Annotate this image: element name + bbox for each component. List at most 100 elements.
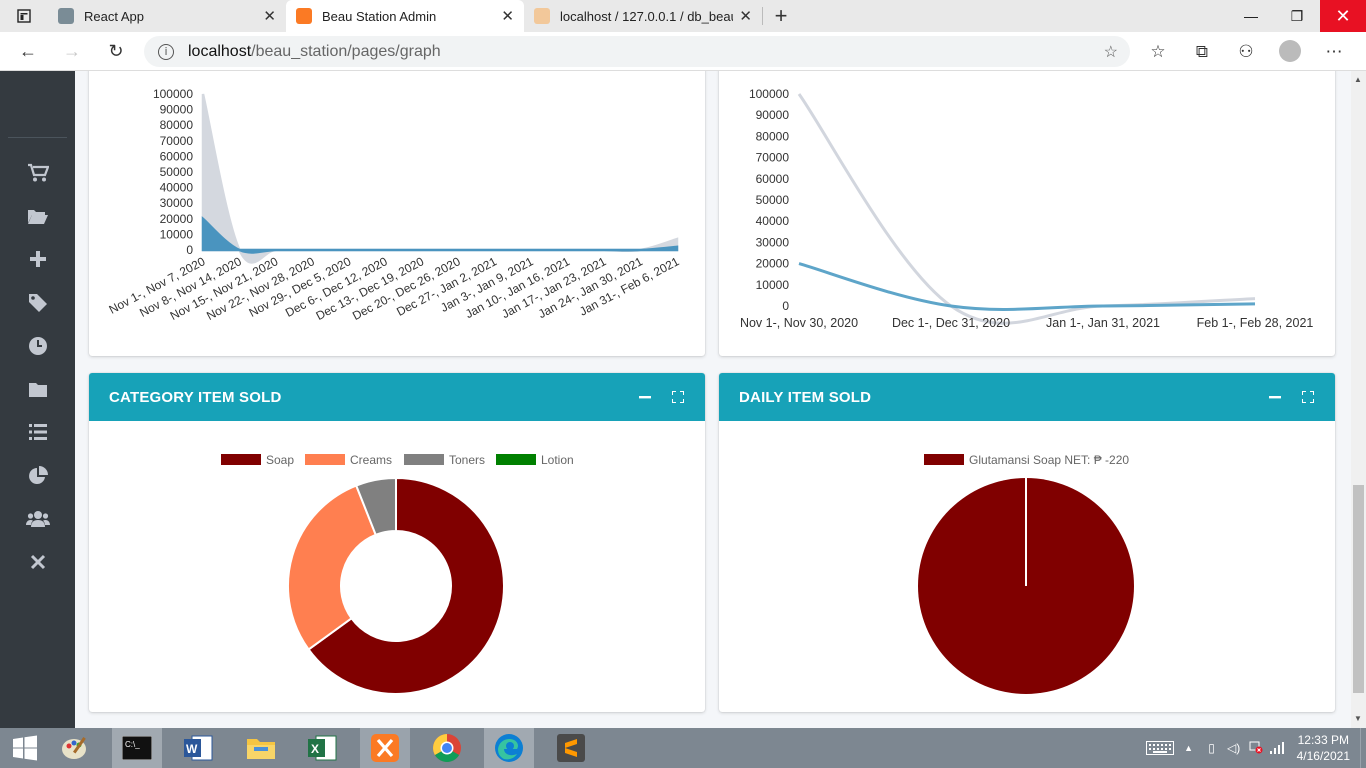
legend-label: Glutamansi Soap NET: ₱ -220: [969, 453, 1129, 467]
y-tick-label: 80000: [756, 129, 790, 143]
plus-icon[interactable]: [24, 247, 52, 271]
weekly-sales-card: 100000 90000 80000 70000 60000 50000 40000 3000…: [89, 71, 705, 356]
minimize-button[interactable]: —: [1228, 0, 1274, 32]
info-icon[interactable]: i: [158, 43, 174, 60]
close-tab-icon[interactable]: ✕: [263, 7, 276, 25]
windows-start-icon[interactable]: [0, 728, 50, 768]
tab-react-app[interactable]: React App ✕: [48, 0, 286, 32]
y-tick-label: 30000: [160, 196, 194, 210]
xampp-icon[interactable]: [360, 728, 410, 768]
profile-avatar[interactable]: [1279, 40, 1301, 62]
word-icon[interactable]: W: [174, 728, 224, 768]
window-controls: — ❐ ✕: [1228, 0, 1366, 32]
battery-icon[interactable]: ▯: [1201, 741, 1223, 755]
back-button[interactable]: ←: [6, 32, 50, 71]
list-icon[interactable]: [24, 420, 52, 444]
browser-tab-strip: React App ✕ Beau Station Admin ✕ localho…: [0, 0, 1366, 32]
card-header: DAILY ITEM SOLD: [719, 373, 1335, 421]
legend-swatch: [404, 454, 444, 465]
cmd-icon[interactable]: C:\_: [112, 728, 162, 768]
main-content: 100000 90000 80000 70000 60000 50000 40000 3000…: [75, 71, 1351, 728]
y-tick-label: 20000: [756, 257, 790, 271]
tab-label: localhost / 127.0.0.1 / db_beau_i: [560, 8, 734, 24]
signal-icon[interactable]: [1267, 742, 1289, 754]
browser-tools: ☆ ⧉ ⚇ ⋯: [1136, 32, 1356, 71]
y-tick-label: 40000: [160, 181, 194, 195]
cart-icon[interactable]: [24, 161, 52, 185]
weekly-area-chart: 1000009000080000700006000050000400003000…: [107, 87, 682, 323]
collapse-button[interactable]: [635, 387, 655, 407]
daily-pie-chart: Glutamansi Soap NET: ₱ -220: [918, 453, 1134, 694]
tag-icon[interactable]: [24, 291, 52, 315]
new-tab-button[interactable]: +: [763, 0, 799, 32]
monthly-line-chart: 1000009000080000700006000050000400003000…: [740, 87, 1313, 330]
y-tick-label: 10000: [160, 227, 194, 241]
y-tick-label: 90000: [160, 103, 194, 117]
close-tab-icon[interactable]: ✕: [739, 7, 752, 25]
y-tick-label: 0: [782, 299, 789, 313]
page-scrollbar[interactable]: ▲ ▼: [1351, 71, 1366, 728]
url-host: localhost: [188, 42, 252, 60]
y-tick-label: 40000: [756, 214, 790, 228]
show-hidden-icons-icon[interactable]: ▲: [1177, 743, 1201, 753]
extensions-icon[interactable]: ⚇: [1224, 32, 1268, 71]
excel-icon[interactable]: X: [298, 728, 348, 768]
y-tick-label: 70000: [160, 134, 194, 148]
monthly-sales-card: 100000 90000 80000 70000 60000 50000 40000 3000…: [719, 71, 1335, 356]
folder-icon[interactable]: [24, 377, 52, 401]
maximize-button[interactable]: [668, 387, 688, 407]
volume-icon[interactable]: ◁): [1223, 741, 1245, 755]
folder-open-icon[interactable]: [24, 204, 52, 228]
restore-button[interactable]: ❐: [1274, 0, 1320, 32]
more-menu-icon[interactable]: ⋯: [1312, 32, 1356, 71]
collections-icon[interactable]: ⧉: [1180, 32, 1224, 71]
category-item-sold-card: CATEGORY ITEM SOLD Soap Creams Toners Lotio…: [89, 373, 705, 712]
keyboard-icon[interactable]: [1143, 741, 1177, 755]
legend-swatch: [221, 454, 261, 465]
sublime-icon[interactable]: [546, 728, 596, 768]
close-window-button[interactable]: ✕: [1320, 0, 1366, 32]
y-tick-label: 10000: [756, 278, 790, 292]
refresh-button[interactable]: ↻: [94, 32, 138, 71]
legend-label: Toners: [449, 453, 485, 467]
phpmyadmin-icon: [534, 8, 550, 24]
network-error-icon[interactable]: [1245, 740, 1267, 757]
close-tab-icon[interactable]: ✕: [501, 7, 514, 25]
maximize-button[interactable]: [1298, 387, 1318, 407]
paint-icon[interactable]: [50, 728, 100, 768]
chrome-icon[interactable]: [422, 728, 472, 768]
daily-item-sold-card: DAILY ITEM SOLD Glutamansi Soap NET: ₱ -…: [719, 373, 1335, 712]
line-series: [797, 93, 1256, 325]
y-tick-label: 100000: [153, 87, 193, 101]
pie-chart-icon[interactable]: [24, 464, 52, 488]
tab-actions-icon[interactable]: [0, 0, 48, 32]
scroll-up-icon[interactable]: ▲: [1354, 75, 1362, 84]
legend-swatch: [496, 454, 536, 465]
scrollbar-thumb[interactable]: [1353, 485, 1364, 693]
tab-beau-station-admin[interactable]: Beau Station Admin ✕: [286, 0, 524, 32]
clock[interactable]: 12:33 PM 4/16/2021: [1289, 732, 1360, 764]
show-desktop-button[interactable]: [1360, 728, 1366, 768]
y-tick-label: 80000: [160, 118, 194, 132]
file-explorer-icon[interactable]: [236, 728, 286, 768]
scroll-down-icon[interactable]: ▼: [1354, 714, 1362, 723]
legend-label: Soap: [266, 453, 294, 467]
forward-button[interactable]: →: [50, 32, 94, 71]
favorites-icon[interactable]: ☆: [1136, 32, 1180, 71]
xampp-icon: [296, 8, 312, 24]
y-tick-label: 20000: [160, 212, 194, 226]
tab-label: React App: [84, 8, 144, 24]
y-tick-label: 30000: [756, 235, 790, 249]
card-header: CATEGORY ITEM SOLD: [89, 373, 705, 421]
clock-icon[interactable]: [24, 334, 52, 358]
collapse-button[interactable]: [1265, 387, 1285, 407]
add-favorite-icon[interactable]: ☆: [1104, 42, 1118, 62]
users-icon[interactable]: [24, 507, 52, 531]
y-tick-label: 60000: [756, 172, 790, 186]
tab-phpmyadmin[interactable]: localhost / 127.0.0.1 / db_beau_i ✕: [524, 0, 762, 32]
clock-date: 4/16/2021: [1296, 749, 1350, 763]
close-icon[interactable]: [24, 550, 52, 574]
address-bar[interactable]: i localhost/beau_station/pages/graph ☆: [144, 36, 1130, 67]
edge-icon[interactable]: [484, 728, 534, 768]
taskbar: C:\_ W X ▲ ▯ ◁) 12:33 PM 4/16/2021: [0, 728, 1366, 768]
